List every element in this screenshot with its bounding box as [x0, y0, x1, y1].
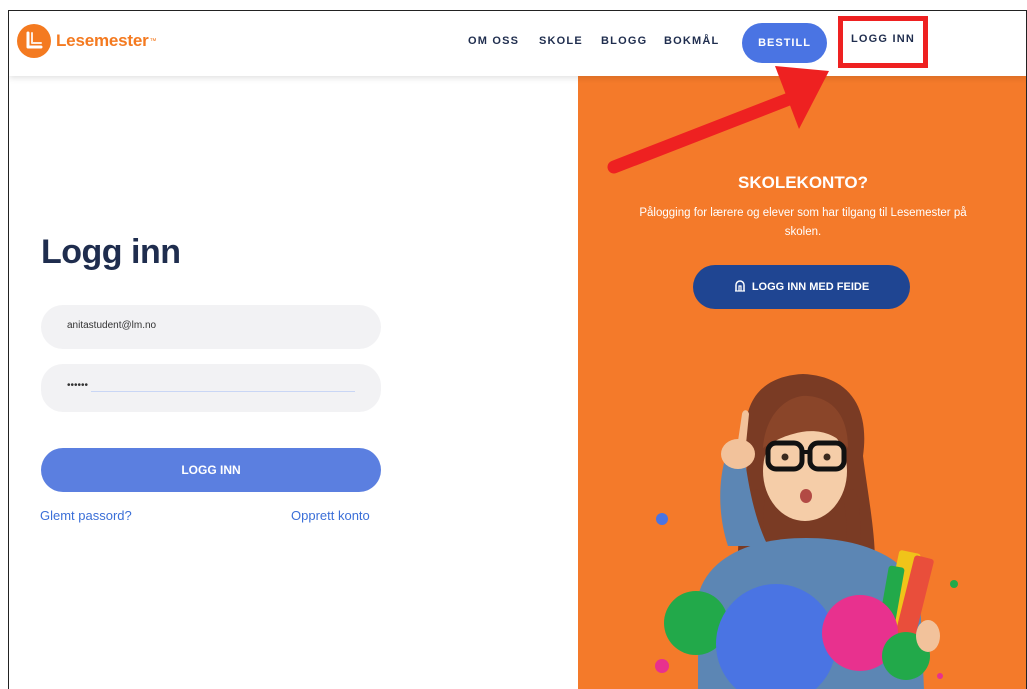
page-frame: Lesemester ™ OM OSS SKOLE BLOGG BOKMÅL B… — [8, 10, 1027, 689]
annotation-arrow-icon — [607, 66, 829, 174]
